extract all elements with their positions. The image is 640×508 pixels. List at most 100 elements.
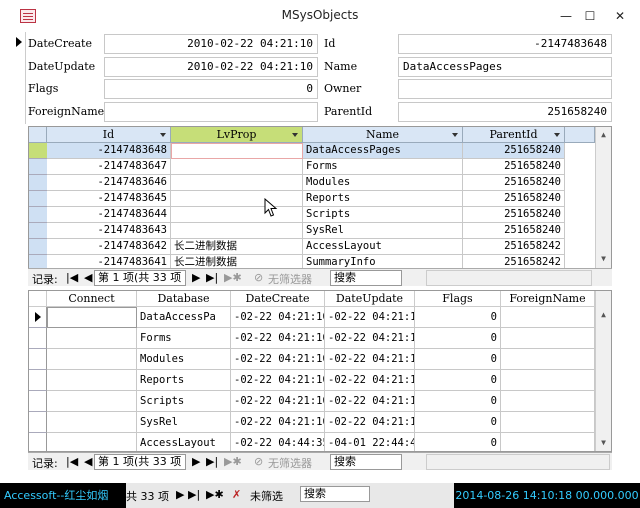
database-cell[interactable]: Scripts bbox=[137, 391, 231, 412]
column-header-dateupdate[interactable]: DateUpdate bbox=[325, 291, 415, 307]
row-selector[interactable] bbox=[29, 433, 47, 451]
scroll-down-icon[interactable]: ▼ bbox=[596, 435, 611, 451]
lvprop-cell[interactable] bbox=[171, 175, 303, 191]
name-cell[interactable]: SysRel bbox=[303, 223, 463, 239]
parentid-cell[interactable]: 251658240 bbox=[463, 191, 565, 207]
row-selector[interactable] bbox=[29, 328, 47, 349]
id-field[interactable]: -2147483648 bbox=[398, 34, 612, 54]
row-selector[interactable] bbox=[29, 307, 47, 328]
row-selector[interactable] bbox=[29, 223, 47, 239]
row-selector[interactable] bbox=[29, 159, 47, 175]
filter-icon[interactable]: ✗ bbox=[232, 488, 241, 501]
lvprop-cell[interactable] bbox=[171, 191, 303, 207]
scroll-up-icon[interactable]: ▲ bbox=[596, 307, 611, 323]
filter-status[interactable]: 未筛选 bbox=[250, 488, 283, 504]
datecreate-field[interactable]: 2010-02-22 04:21:10 bbox=[104, 34, 318, 54]
database-cell[interactable]: Forms bbox=[137, 328, 231, 349]
last-record-icon[interactable]: ▶| bbox=[206, 455, 218, 468]
row-selector[interactable] bbox=[29, 412, 47, 433]
grid2-horizontal-scrollbar[interactable] bbox=[426, 454, 610, 470]
lvprop-cell[interactable] bbox=[171, 223, 303, 239]
first-record-icon[interactable]: |◀ bbox=[66, 455, 78, 468]
prev-record-icon[interactable]: ◀ bbox=[84, 271, 92, 284]
connect-cell[interactable] bbox=[47, 328, 137, 349]
row-selector[interactable] bbox=[29, 175, 47, 191]
flags-cell[interactable]: 0 bbox=[415, 328, 501, 349]
filter-icon[interactable]: ⊘ bbox=[254, 455, 263, 468]
owner-field[interactable] bbox=[398, 79, 612, 99]
name-cell[interactable]: Modules bbox=[303, 175, 463, 191]
foreignname-cell[interactable] bbox=[501, 391, 595, 412]
connect-cell[interactable] bbox=[47, 412, 137, 433]
lvprop-cell[interactable] bbox=[171, 159, 303, 175]
id-cell[interactable]: -2147483643 bbox=[47, 223, 171, 239]
connect-cell[interactable] bbox=[47, 391, 137, 412]
name-cell[interactable]: Forms bbox=[303, 159, 463, 175]
search-input[interactable]: 搜索 bbox=[330, 270, 402, 286]
database-cell[interactable]: DataAccessPa bbox=[137, 307, 231, 328]
dateupdate-cell[interactable]: -02-22 04:21:10 bbox=[325, 349, 415, 370]
column-header-lvprop[interactable]: LvProp bbox=[171, 127, 303, 143]
dateupdate-cell[interactable]: -02-22 04:21:10 bbox=[325, 391, 415, 412]
id-cell[interactable]: -2147483645 bbox=[47, 191, 171, 207]
dropdown-icon[interactable] bbox=[554, 133, 560, 137]
foreignname-cell[interactable] bbox=[501, 349, 595, 370]
flags-cell[interactable]: 0 bbox=[415, 433, 501, 451]
row-selector[interactable] bbox=[29, 207, 47, 223]
parentid-cell[interactable]: 251658240 bbox=[463, 207, 565, 223]
maximize-button[interactable]: ☐ bbox=[576, 6, 604, 26]
lvprop-cell[interactable] bbox=[171, 143, 303, 159]
dropdown-icon[interactable] bbox=[452, 133, 458, 137]
dateupdate-cell[interactable]: -02-22 04:21:10 bbox=[325, 370, 415, 391]
name-cell[interactable]: AccessLayout bbox=[303, 239, 463, 255]
datecreate-cell[interactable]: -02-22 04:21:10 bbox=[231, 412, 325, 433]
datecreate-cell[interactable]: -02-22 04:44:35 bbox=[231, 433, 325, 451]
name-cell[interactable]: Scripts bbox=[303, 207, 463, 223]
flags-field[interactable]: 0 bbox=[104, 79, 318, 99]
record-position-box[interactable]: 第 1 项(共 33 项 bbox=[94, 270, 186, 286]
database-cell[interactable]: SysRel bbox=[137, 412, 231, 433]
database-cell[interactable]: Modules bbox=[137, 349, 231, 370]
close-button[interactable]: ✕ bbox=[606, 6, 634, 26]
column-header-foreignname[interactable]: ForeignName bbox=[501, 291, 595, 307]
search-input[interactable]: 搜索 bbox=[300, 486, 370, 502]
row-selector[interactable] bbox=[29, 391, 47, 412]
datecreate-cell[interactable]: -02-22 04:21:10 bbox=[231, 328, 325, 349]
column-header-id[interactable]: Id bbox=[47, 127, 171, 143]
dateupdate-cell[interactable]: -02-22 04:21:10 bbox=[325, 328, 415, 349]
first-record-icon[interactable]: |◀ bbox=[66, 271, 78, 284]
row-selector[interactable] bbox=[29, 349, 47, 370]
grid2-vertical-scrollbar[interactable]: ▲ ▼ bbox=[595, 291, 611, 451]
parentid-cell[interactable]: 251658240 bbox=[463, 223, 565, 239]
last-record-icon[interactable]: ▶| bbox=[188, 488, 200, 501]
id-cell[interactable]: -2147483646 bbox=[47, 175, 171, 191]
flags-cell[interactable]: 0 bbox=[415, 412, 501, 433]
name-field[interactable]: DataAccessPages bbox=[398, 57, 612, 77]
foreignname-cell[interactable] bbox=[501, 328, 595, 349]
column-header-name[interactable]: Name bbox=[303, 127, 463, 143]
parentid-cell[interactable]: 251658240 bbox=[463, 159, 565, 175]
grid1-horizontal-scrollbar[interactable] bbox=[426, 270, 592, 286]
id-cell[interactable]: -2147483647 bbox=[47, 159, 171, 175]
row-selector[interactable] bbox=[29, 191, 47, 207]
dateupdate-field[interactable]: 2010-02-22 04:21:10 bbox=[104, 57, 318, 77]
row-selector[interactable] bbox=[29, 239, 47, 255]
connect-cell[interactable] bbox=[47, 349, 137, 370]
flags-cell[interactable]: 0 bbox=[415, 370, 501, 391]
database-cell[interactable]: Reports bbox=[137, 370, 231, 391]
app-icon[interactable] bbox=[20, 9, 36, 23]
parentid-cell[interactable]: 251658240 bbox=[463, 175, 565, 191]
id-cell[interactable]: -2147483642 bbox=[47, 239, 171, 255]
connect-cell[interactable] bbox=[47, 370, 137, 391]
foreignname-cell[interactable] bbox=[501, 370, 595, 391]
connect-cell[interactable] bbox=[47, 307, 137, 328]
flags-cell[interactable]: 0 bbox=[415, 391, 501, 412]
parentid-cell[interactable]: 251658242 bbox=[463, 239, 565, 255]
parentid-field[interactable]: 251658240 bbox=[398, 102, 612, 122]
lvprop-cell[interactable]: 长二进制数据 bbox=[171, 239, 303, 255]
grid1-vertical-scrollbar[interactable]: ▲ ▼ bbox=[595, 127, 611, 269]
row-selector[interactable] bbox=[29, 143, 47, 159]
database-cell[interactable]: AccessLayout bbox=[137, 433, 231, 451]
column-header-database[interactable]: Database bbox=[137, 291, 231, 307]
foreignname-cell[interactable] bbox=[501, 412, 595, 433]
